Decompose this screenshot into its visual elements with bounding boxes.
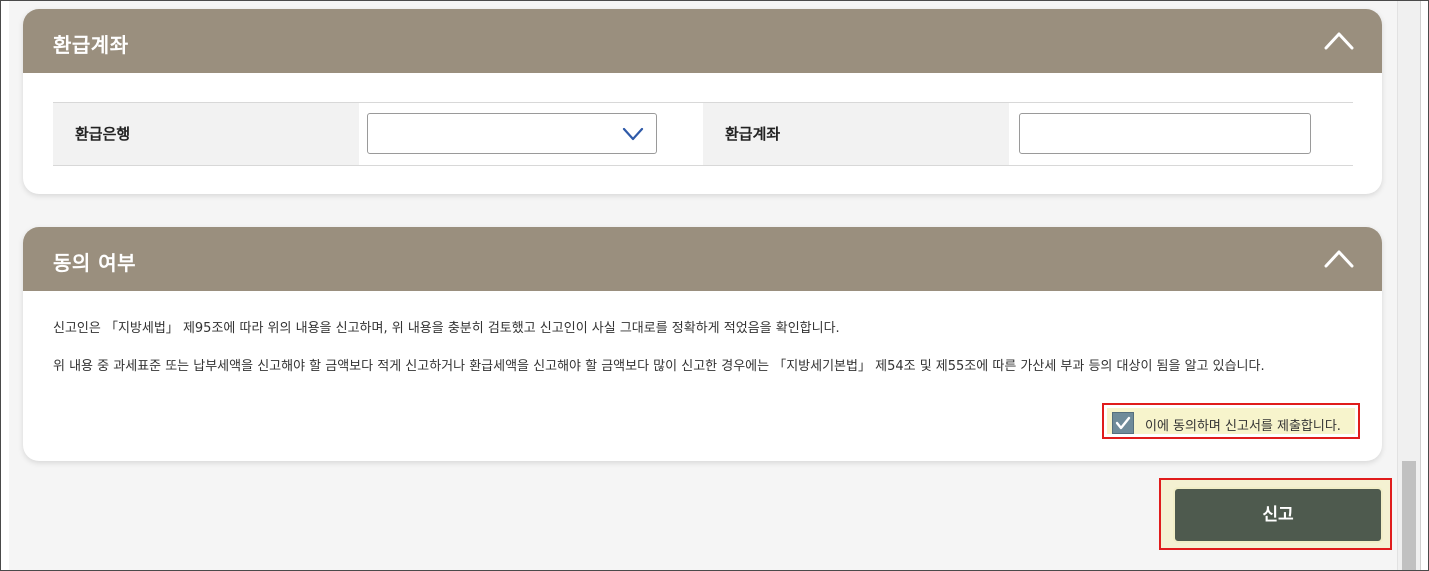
refund-account-header[interactable]: 환급계좌: [23, 9, 1382, 73]
agreement-title: 동의 여부: [53, 251, 137, 275]
check-icon: [1115, 416, 1131, 430]
agreement-header[interactable]: 동의 여부: [23, 227, 1382, 291]
window-frame: 환급계좌 환급은행 환급계좌 동의 여부 신고인은 「지방세법」 제95조에 따…: [0, 0, 1429, 571]
agreement-text-1: 신고인은 「지방세법」 제95조에 따라 위의 내용을 신고하며, 위 내용을 …: [53, 321, 840, 336]
agreement-checkbox[interactable]: [1112, 412, 1134, 434]
refund-form-row: 환급은행 환급계좌: [53, 102, 1353, 166]
refund-account-input[interactable]: [1019, 113, 1311, 154]
refund-account-label-cell: 환급계좌: [703, 103, 1009, 165]
scroll-content: 환급계좌 환급은행 환급계좌 동의 여부 신고인은 「지방세법」 제95조에 따…: [9, 1, 1397, 570]
refund-bank-label-cell: 환급은행: [53, 103, 359, 165]
chevron-down-icon: [622, 127, 644, 141]
refund-account-label: 환급계좌: [725, 125, 781, 143]
right-edge-strip: [1420, 1, 1428, 570]
chevron-up-icon[interactable]: [1324, 29, 1354, 51]
left-edge-strip: [1, 1, 9, 570]
refund-bank-label: 환급은행: [75, 125, 131, 143]
submit-button[interactable]: 신고: [1173, 487, 1383, 543]
vertical-scrollbar[interactable]: [1397, 1, 1420, 570]
scrollbar-thumb[interactable]: [1402, 461, 1416, 570]
refund-bank-value-cell: [359, 103, 703, 165]
refund-account-panel: 환급계좌 환급은행 환급계좌: [23, 9, 1382, 194]
refund-account-title: 환급계좌: [53, 33, 129, 57]
agreement-checkbox-label[interactable]: 이에 동의하며 신고서를 제출합니다.: [1145, 415, 1341, 434]
agreement-text-2: 위 내용 중 과세표준 또는 납부세액을 신고해야 할 금액보다 적게 신고하거…: [53, 359, 1265, 374]
agreement-checkbox-area[interactable]: 이에 동의하며 신고서를 제출합니다.: [1107, 408, 1355, 434]
refund-account-value-cell: [1009, 103, 1353, 165]
refund-bank-select[interactable]: [367, 113, 657, 154]
chevron-up-icon[interactable]: [1324, 247, 1354, 269]
agreement-checkbox-highlight: 이에 동의하며 신고서를 제출합니다.: [1102, 403, 1360, 439]
agreement-panel: 동의 여부 신고인은 「지방세법」 제95조에 따라 위의 내용을 신고하며, …: [23, 227, 1382, 461]
